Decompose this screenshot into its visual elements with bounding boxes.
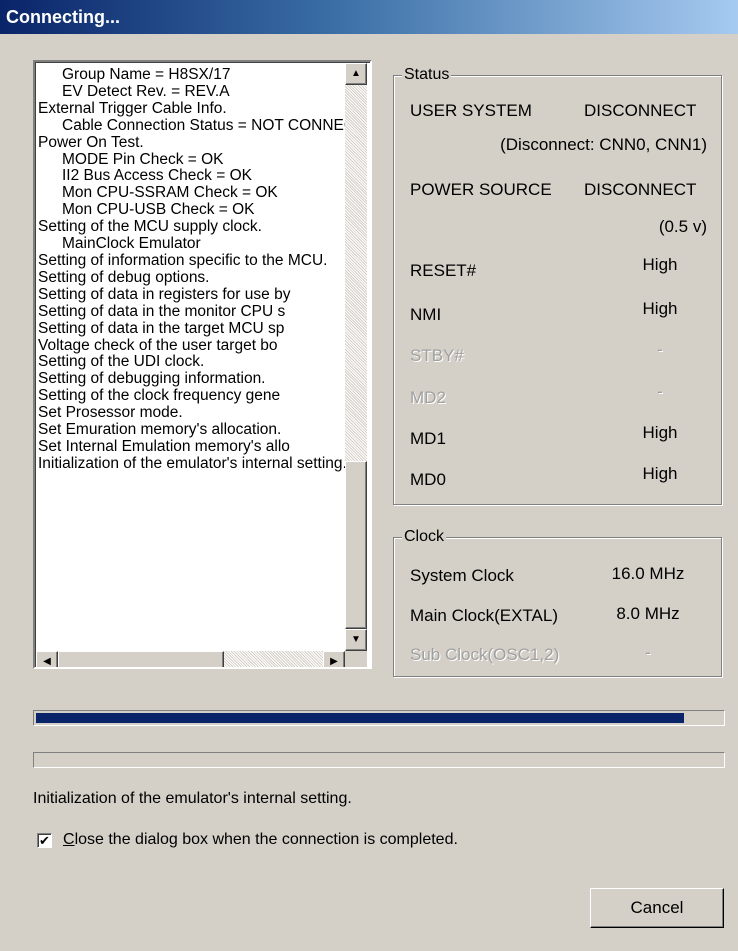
log-line: Setting of information specific to the M… [38,252,328,269]
power-source-detail: (0.5 v) [658,217,707,236]
window-title: Connecting... [6,7,120,27]
signal-label: MD0 [410,470,446,489]
log-line: Set Prosessor mode. [38,405,183,422]
horizontal-scroll-thumb[interactable] [58,651,224,667]
log-line: Mon CPU-SSRAM Check = OK [62,185,278,202]
log-line: Set Internal Emulation memory's allo [38,438,290,455]
clock-group-title: Clock [402,528,447,546]
vertical-scrollbar[interactable]: ▲ ▼ [345,63,367,651]
checkmark-icon: ✔ [39,833,50,848]
scroll-right-button[interactable]: ▶ [323,651,345,667]
clock-label: Sub Clock(OSC1,2) [410,645,560,664]
user-system-detail: (Disconnect: CNN0, CNN1) [500,135,707,154]
signal-value: High [642,299,678,318]
signal-label: MD1 [410,429,446,448]
log-line: Setting of the clock frequency gene [38,388,281,405]
log-line: External Trigger Cable Info. [38,100,227,117]
clock-label: System Clock [410,566,514,585]
log-line: MODE Pin Check = OK [62,151,224,168]
log-line: Mon CPU-USB Check = OK [62,202,255,219]
status-group: Status USER SYSTEM DISCONNECT (Disconnec… [393,66,722,505]
log-line: Group Name = H8SX/17 [62,67,231,83]
clock-label: Main Clock(EXTAL) [410,606,558,625]
title-bar[interactable]: Connecting... [0,0,738,34]
log-line: Setting of the MCU supply clock. [38,219,262,236]
log-line: Setting of data in the target MCU sp [38,320,285,337]
connecting-dialog: Connecting... Group Name = H8SX/17 EV Det… [0,0,738,951]
clock-value: - [645,643,651,662]
close-on-complete-checkbox[interactable]: ✔ [37,833,52,848]
scroll-down-button[interactable]: ▼ [345,629,367,651]
log-line: MainClock Emulator [62,236,201,253]
log-line: Voltage check of the user target bo [38,337,278,354]
log-line: II2 Bus Access Check = OK [62,168,252,185]
clock-value: 8.0 MHz [616,604,680,623]
power-source-label: POWER SOURCE [410,180,552,199]
signal-value: - [657,340,663,359]
cancel-button[interactable]: Cancel [590,888,724,928]
clock-value: 16.0 MHz [611,564,685,583]
horizontal-scrollbar[interactable]: ◀ ▶ [36,651,345,667]
log-line: Setting of data in the monitor CPU s [38,303,286,320]
signal-label: NMI [410,305,442,324]
log-line: Initialization of the emulator's interna… [38,455,345,472]
signal-value: High [642,255,678,274]
user-system-value: DISCONNECT [584,101,697,120]
scrollbar-corner [345,651,367,667]
scroll-left-button[interactable]: ◀ [36,651,58,667]
close-on-complete-label[interactable]: Close the dialog box when the connection… [63,831,458,849]
signal-label: RESET# [410,261,477,280]
status-group-title: Status [402,66,452,84]
overall-progress-fill [36,713,684,723]
log-line: EV Detect Rev. = REV.A [62,83,230,100]
signal-value: - [657,382,663,401]
log-lines: Group Name = H8SX/17 EV Detect Rev. = REV… [36,67,345,647]
log-line: Setting of data in registers for use by [38,286,291,303]
scroll-up-button[interactable]: ▲ [345,63,367,85]
clock-group: Clock System Clock 16.0 MHz Main Clock(EXT… [393,528,722,677]
signal-label: STBY# [410,346,464,365]
status-message: Initialization of the emulator's interna… [33,790,352,807]
signal-value: High [642,423,678,442]
vertical-scroll-thumb[interactable] [345,461,367,629]
user-system-label: USER SYSTEM [410,101,532,120]
log-line: Setting of debug options. [38,269,210,286]
log-line: Power On Test. [38,134,144,151]
log-line: Set Emuration memory's allocation. [38,422,282,439]
log-line: Setting of debugging information. [38,371,266,388]
signal-value: High [642,464,678,483]
step-progress-bar [33,752,725,768]
overall-progress-bar [33,710,725,726]
log-line: Setting of the UDI clock. [38,354,205,371]
signal-label: MD2 [410,388,446,407]
connection-log-list[interactable]: Group Name = H8SX/17 EV Detect Rev. = REV… [33,60,372,669]
power-source-value: DISCONNECT [584,180,697,199]
log-line: Cable Connection Status = NOT CONNECT [62,117,345,134]
